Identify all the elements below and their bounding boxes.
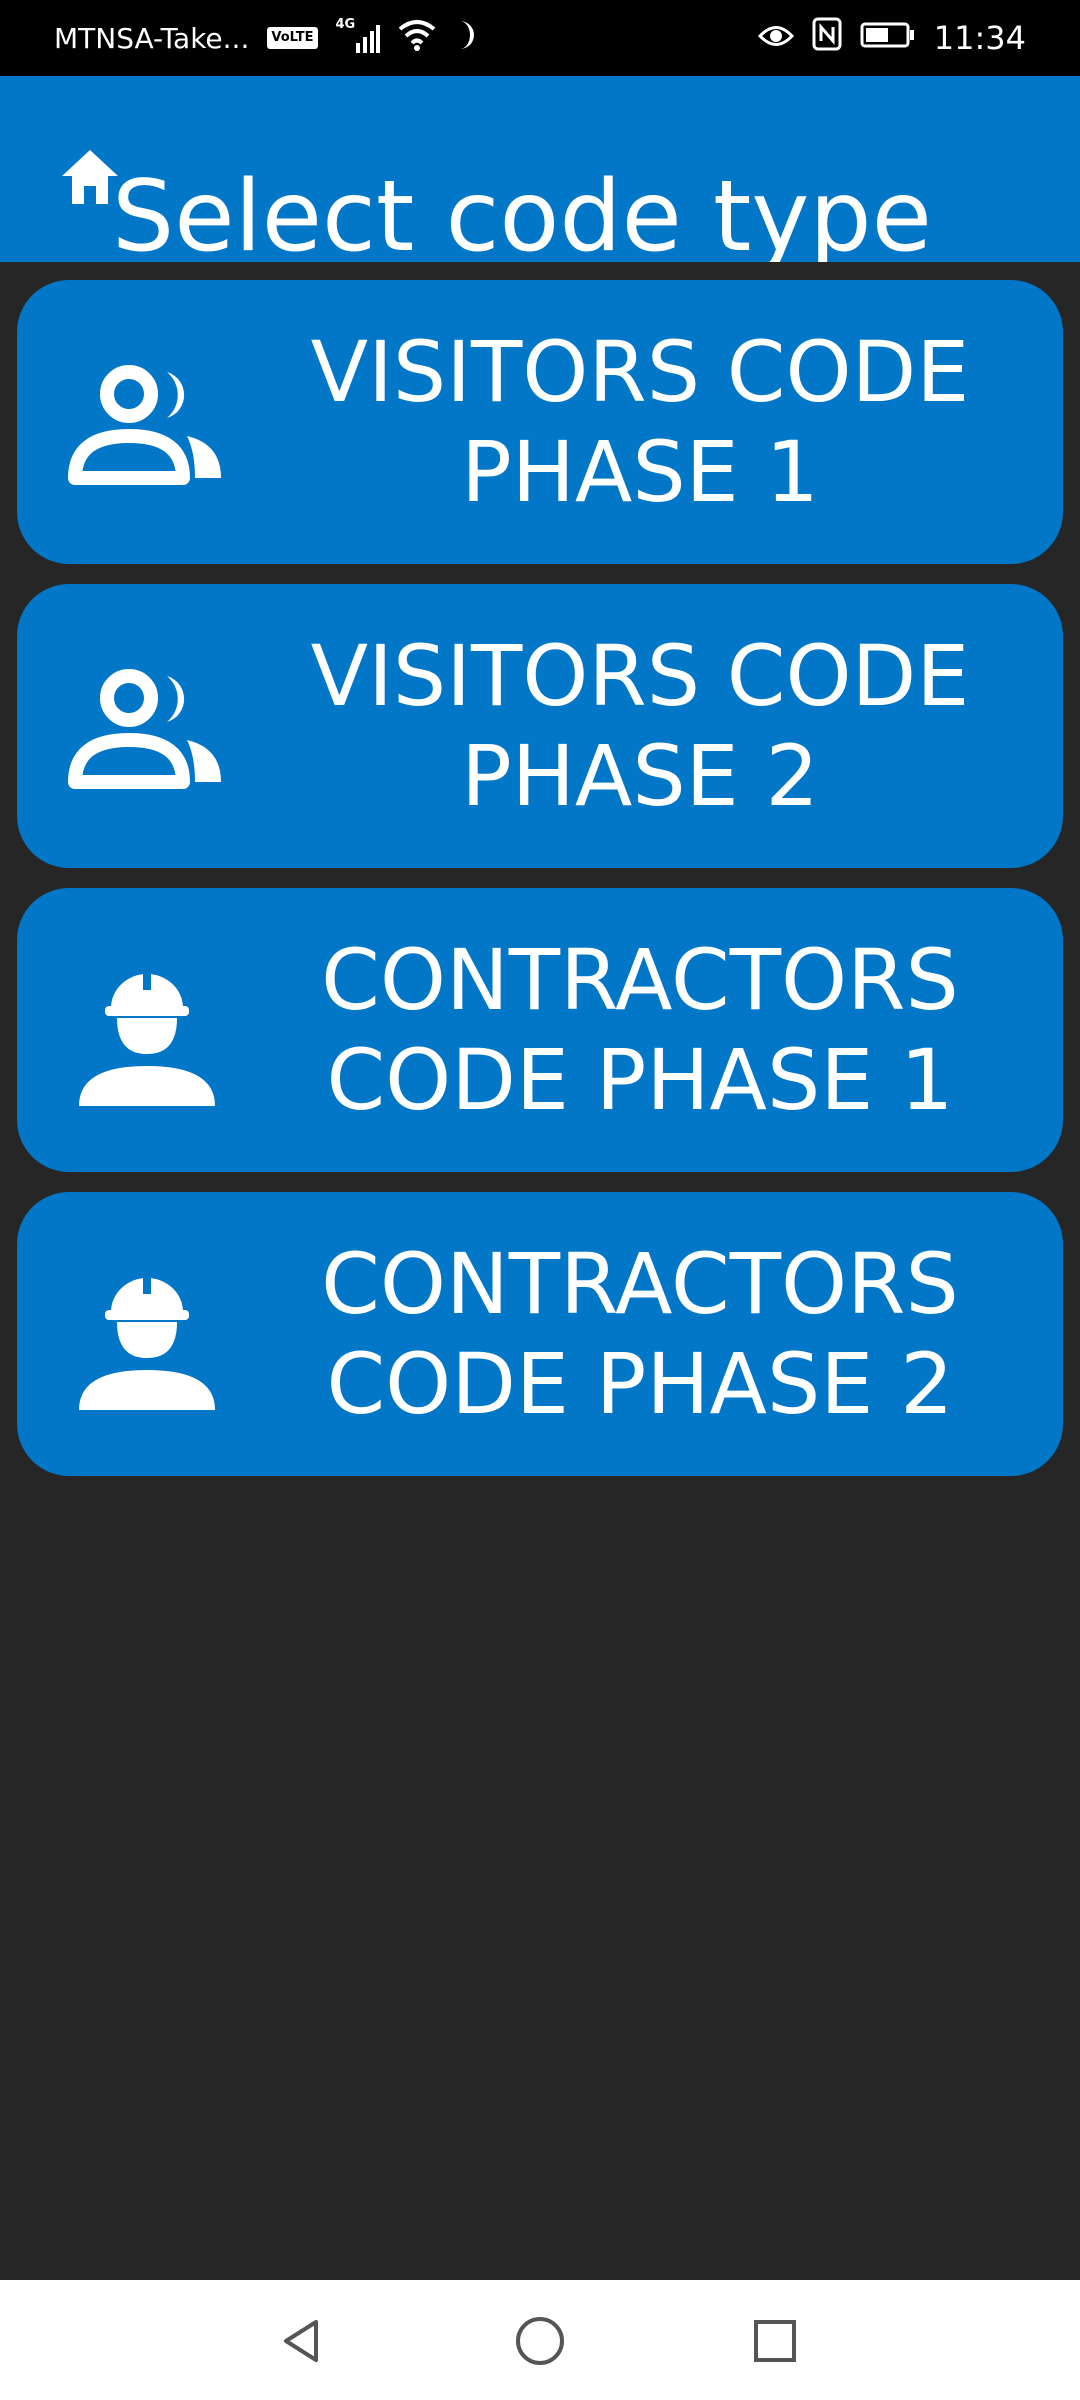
button-label: CONTRACTORS CODE PHASE 2 (321, 1235, 959, 1433)
visitors-icon (67, 664, 227, 804)
page-title: Select code type (112, 160, 932, 262)
visitors-code-phase-2-button[interactable]: VISITORS CODE PHASE 2 (17, 584, 1063, 868)
eye-icon (757, 19, 794, 57)
moon-icon (454, 19, 482, 58)
status-right: 11:34 (757, 0, 1026, 76)
navigation-bar (0, 2280, 1080, 2400)
button-label: VISITORS CODE PHASE 1 (310, 323, 970, 521)
wifi-icon (398, 19, 436, 58)
signal-icon: 4G (336, 17, 380, 55)
contractors-code-phase-2-button[interactable]: CONTRACTORS CODE PHASE 2 (17, 1192, 1063, 1476)
carrier-name: MTNSA-Take... (54, 21, 250, 55)
battery-icon (860, 19, 916, 57)
volte-badge: VoLTE (267, 27, 318, 49)
button-label: CONTRACTORS CODE PHASE 1 (321, 931, 959, 1129)
home-circle-icon[interactable] (505, 2306, 575, 2376)
contractor-icon (67, 968, 227, 1108)
visitors-icon (67, 360, 227, 500)
status-left: MTNSA-Take... VoLTE 4G (54, 0, 482, 76)
nfc-icon (812, 17, 842, 59)
recents-square-icon[interactable] (740, 2306, 810, 2376)
button-label: VISITORS CODE PHASE 2 (310, 627, 970, 825)
contractor-icon (67, 1272, 227, 1412)
visitors-code-phase-1-button[interactable]: VISITORS CODE PHASE 1 (17, 280, 1063, 564)
back-triangle-icon[interactable] (266, 2306, 336, 2376)
clock: 11:34 (933, 19, 1026, 57)
code-type-list: VISITORS CODE PHASE 1 VISITORS CODE PHAS… (17, 280, 1063, 1496)
header-bar: Select code type (0, 76, 1080, 262)
status-bar: MTNSA-Take... VoLTE 4G 11:34 (0, 0, 1080, 76)
contractors-code-phase-1-button[interactable]: CONTRACTORS CODE PHASE 1 (17, 888, 1063, 1172)
network-type: 4G (335, 17, 356, 32)
